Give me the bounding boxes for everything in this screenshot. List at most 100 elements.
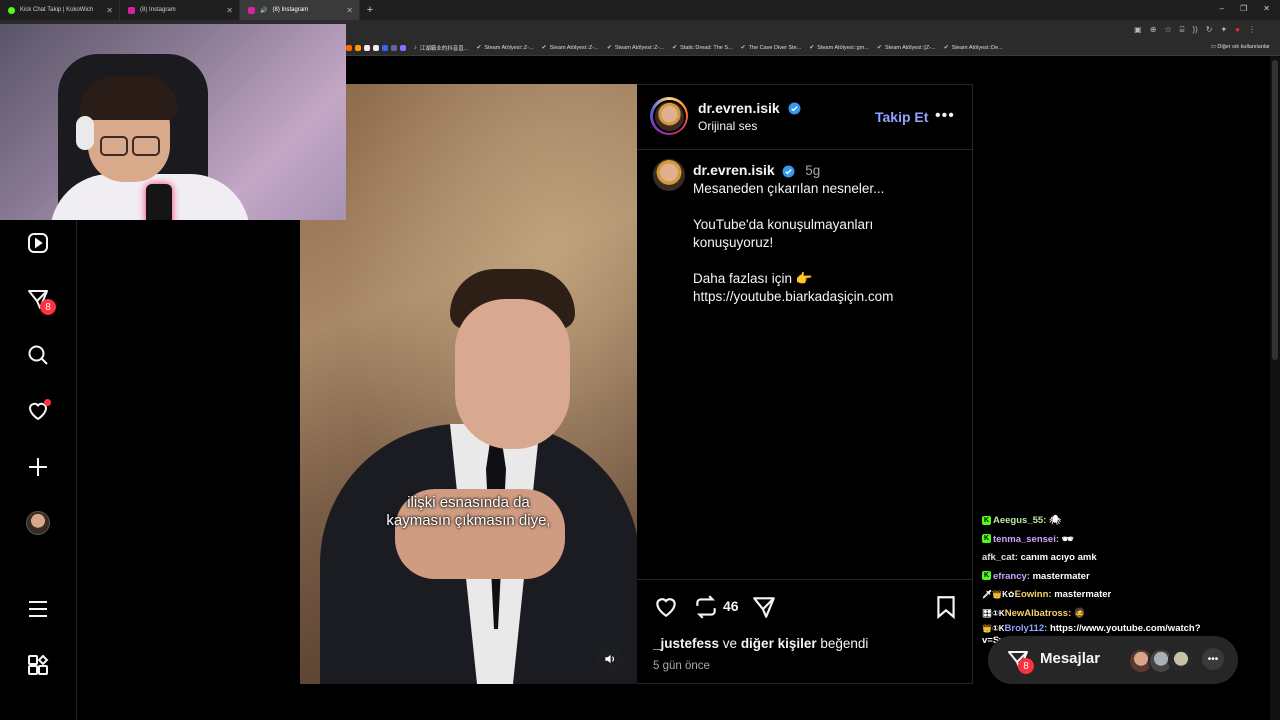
heart-icon[interactable] [26, 399, 51, 423]
zoom-icon[interactable]: ⊕ [1150, 25, 1157, 35]
chat-username: Eowinn: [1014, 589, 1052, 600]
streamer-webcam [0, 24, 346, 220]
search-icon[interactable] [26, 343, 50, 367]
microphone [146, 184, 172, 220]
messenger-icon[interactable]: 8 [26, 287, 56, 315]
volume-button[interactable] [597, 646, 623, 672]
activity-dot [44, 399, 51, 406]
tab-instagram-2[interactable]: 🔊 (8) Instagram ✕ [240, 0, 360, 20]
close-tab-icon[interactable]: ✕ [226, 6, 233, 15]
follow-button[interactable]: Takip Et [875, 109, 928, 125]
bookmark-item[interactable]: ✔ Steam Atölyesi::Z-... [476, 44, 533, 52]
chat-username: afk_cat: [982, 552, 1018, 563]
profile-avatar[interactable] [26, 511, 50, 535]
caption-line: Daha fazlası için 👉 [693, 271, 813, 286]
minimize-icon[interactable]: – [1220, 4, 1224, 13]
instagram-favicon-icon [128, 6, 135, 14]
bookmark-item[interactable]: ✔ The Cave Diver Ste... [741, 44, 802, 52]
verified-badge-icon [788, 102, 801, 115]
steam-icon: ✔ [541, 45, 547, 51]
author-avatar[interactable] [650, 97, 688, 135]
steam-icon: ✔ [672, 45, 678, 51]
close-tab-icon[interactable]: ✕ [346, 6, 353, 15]
messages-label: Mesajlar [1040, 650, 1101, 667]
more-apps-icon[interactable] [26, 653, 50, 677]
reel-video[interactable]: ilişki esnasında da kaymasın çıkmasın di… [300, 84, 637, 684]
more-icon[interactable]: ••• [1202, 648, 1224, 670]
caption-link[interactable]: https://youtube.biarkadaşiçin.com [693, 288, 953, 306]
steam-icon: ✔ [809, 45, 815, 51]
new-tab-button[interactable]: + [360, 4, 380, 16]
chat-message: 🗡👑K✿Eowinn: mastermater [982, 589, 1112, 600]
toolbar-icons: ▣ ⊕ ☆ ⌸ )) ↻ ✦ ● ⋮ [1134, 25, 1256, 35]
bookmark-item[interactable]: ✔ Steam Atölyesi::De... [944, 44, 1003, 52]
tab-kick-chat[interactable]: Kick Chat Takip | KokoWich ✕ [0, 0, 120, 20]
bookmark-item[interactable]: ✔ Steam Atölyesi::Z-... [541, 44, 599, 52]
liked-by-user[interactable]: _justefess [653, 636, 719, 651]
messages-bar[interactable]: 8 Mesajlar ••• [988, 636, 1238, 684]
liked-by-others[interactable]: diğer kişiler [741, 636, 817, 651]
tab-title: Kick Chat Takip | KokoWich [20, 7, 94, 13]
post-header: dr.evren.isik Orijinal ses Takip Et ••• [637, 85, 973, 150]
instagram-favicon-icon [248, 6, 255, 14]
chat-message: 🎛①KNewAlbatross: 🧔 [982, 607, 1086, 619]
avatar[interactable] [1168, 648, 1194, 674]
bookmark-item[interactable]: ✔ Steam Atölyesi::gm... [809, 44, 869, 52]
speaker-icon[interactable]: 🔊 [260, 7, 267, 14]
refresh-icon[interactable]: ↻ [1206, 25, 1213, 35]
verified-badge-icon [783, 165, 795, 178]
page-scrollbar[interactable] [1270, 56, 1280, 720]
liked-by: _justefess ve diğer kişiler beğendi [653, 636, 869, 651]
caption-time: 5g [805, 163, 821, 178]
video-subtitle-line: kaymasın çıkmasın diye, [386, 512, 551, 529]
tab-instagram-1[interactable]: (8) Instagram ✕ [120, 0, 240, 20]
repost-icon[interactable] [693, 594, 719, 620]
close-tab-icon[interactable]: ✕ [106, 6, 113, 15]
kebab-menu-icon[interactable]: ⋮ [1248, 25, 1256, 35]
caption-line: konuşuyoruz! [693, 235, 774, 250]
chat-username: Aeegus_55: [993, 515, 1047, 526]
steam-icon: ✔ [876, 45, 882, 51]
chat-badges: 🎛①K [982, 608, 1005, 618]
steam-icon: ✔ [606, 45, 612, 51]
audio-label[interactable]: Orijinal ses [698, 119, 757, 133]
chat-message: Kefrancy: mastermater [982, 570, 1090, 582]
post-date: 5 gün önce [653, 660, 710, 672]
chat-message: Ktenma_sensei: 🕶 [982, 533, 1074, 545]
caption-username[interactable]: dr.evren.isik [693, 162, 775, 178]
extension-icon[interactable]: ⌸ [1180, 25, 1185, 35]
like-heart-icon[interactable] [653, 594, 679, 620]
reels-icon[interactable] [26, 231, 50, 255]
bookmark-item[interactable]: ✔ Steam Atölyesi::[Z-... [876, 44, 936, 52]
window-controls: – ❐ ✕ [1220, 4, 1270, 13]
star-icon[interactable]: ☆ [1164, 25, 1171, 35]
post-panel: dr.evren.isik Orijinal ses Takip Et ••• … [637, 84, 973, 684]
bookmark-item[interactable]: ✔ Steam Atölyesi::Z-... [606, 44, 664, 52]
bookmark-icon[interactable] [933, 594, 959, 620]
chat-username: efrancy: [993, 570, 1030, 582]
extension-icon[interactable]: ▣ [1134, 25, 1142, 35]
author-username[interactable]: dr.evren.isik [698, 100, 780, 116]
maximize-icon[interactable]: ❐ [1240, 4, 1247, 13]
browser-tab-bar: Kick Chat Takip | KokoWich ✕ (8) Instagr… [0, 0, 1280, 20]
profile-icon[interactable]: ● [1235, 25, 1240, 35]
close-window-icon[interactable]: ✕ [1263, 4, 1270, 13]
cast-icon[interactable]: )) [1192, 25, 1197, 35]
puzzle-icon[interactable]: ✦ [1220, 25, 1227, 35]
create-icon[interactable] [26, 455, 50, 479]
kick-favicon-icon [8, 6, 15, 14]
caption-author-avatar[interactable] [653, 159, 685, 191]
share-icon[interactable] [751, 594, 777, 620]
tab-title: (8) Instagram [140, 7, 176, 13]
message-avatars [1128, 648, 1194, 674]
chat-message: K Aeegus_55: 🕷 [982, 515, 1062, 526]
more-options-icon[interactable]: ••• [935, 107, 955, 125]
bookmark-item[interactable]: ♪ 江湖霸业的抖音直... [414, 44, 468, 52]
post-actions: 46 _justefess ve diğer kişiler beğendi 5… [637, 579, 973, 686]
chat-message: afk_cat: canım acıyo amk [982, 552, 1097, 563]
bookmark-item[interactable]: ✔ Static Dread: The S... [672, 44, 733, 52]
other-bookmarks[interactable]: ▭ Diğer sık kullanılanlar [1211, 44, 1270, 50]
speaker-icon [605, 654, 615, 664]
chat-username: NewAlbatross: [1004, 607, 1072, 619]
menu-icon[interactable] [26, 597, 50, 621]
